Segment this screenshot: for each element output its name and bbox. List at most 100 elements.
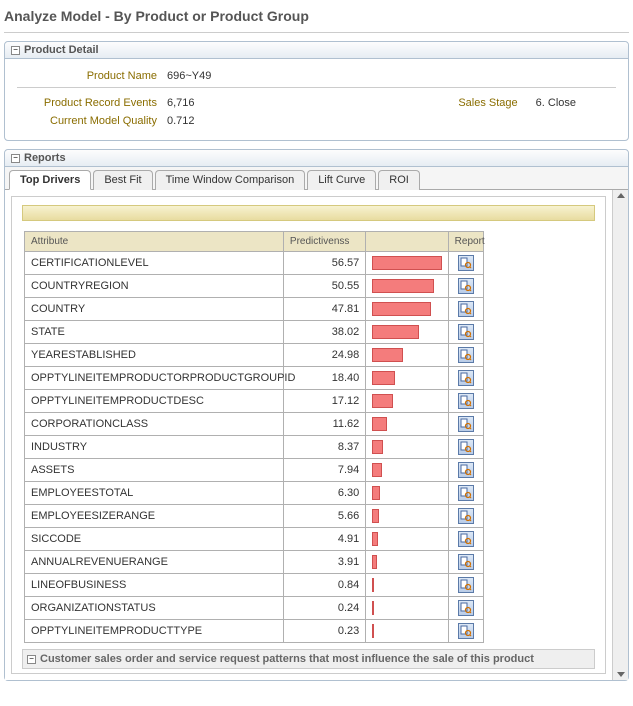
col-report[interactable]: Report (448, 232, 483, 252)
col-attribute[interactable]: Attribute (25, 232, 284, 252)
table-row: CERTIFICATIONLEVEL56.57 (25, 252, 484, 275)
predictiveness-cell: 47.81 (283, 298, 365, 321)
table-row: LINEOFBUSINESS0.84 (25, 574, 484, 597)
bar-cell (366, 390, 448, 413)
record-events-value: 6,716 (167, 97, 195, 109)
attribute-cell: OPPTYLINEITEMPRODUCTORPRODUCTGROUPID (25, 367, 284, 390)
report-cell (448, 367, 483, 390)
reports-tabs: Top DriversBest FitTime Window Compariso… (5, 167, 628, 190)
report-icon[interactable] (458, 416, 474, 432)
predictiveness-cell: 17.12 (283, 390, 365, 413)
table-row: COUNTRY47.81 (25, 298, 484, 321)
model-quality-label: Current Model Quality (17, 115, 167, 127)
predictiveness-cell: 11.62 (283, 413, 365, 436)
collapse-icon[interactable]: − (11, 46, 20, 55)
attribute-cell: COUNTRY (25, 298, 284, 321)
table-row: ASSETS7.94 (25, 459, 484, 482)
report-icon[interactable] (458, 577, 474, 593)
top-drivers-table: Attribute Predictivenss Report CERTIFICA… (24, 231, 484, 643)
report-cell (448, 574, 483, 597)
sub-section-header[interactable]: − Customer sales order and service reque… (22, 649, 595, 669)
bar-cell (366, 436, 448, 459)
predictiveness-cell: 18.40 (283, 367, 365, 390)
reports-title: Reports (24, 152, 66, 164)
scroll-down-icon[interactable] (617, 672, 625, 677)
attribute-cell: ANNUALREVENUERANGE (25, 551, 284, 574)
report-icon[interactable] (458, 508, 474, 524)
report-icon[interactable] (458, 278, 474, 294)
report-icon[interactable] (458, 554, 474, 570)
predictiveness-cell: 8.37 (283, 436, 365, 459)
table-row: OPPTYLINEITEMPRODUCTTYPE0.23 (25, 620, 484, 643)
report-cell (448, 482, 483, 505)
report-cell (448, 551, 483, 574)
bar-cell (366, 252, 448, 275)
predictiveness-cell: 0.23 (283, 620, 365, 643)
predictiveness-cell: 3.91 (283, 551, 365, 574)
tab-lift-curve[interactable]: Lift Curve (307, 170, 376, 190)
report-icon[interactable] (458, 439, 474, 455)
predictiveness-cell: 50.55 (283, 275, 365, 298)
table-row: OPPTYLINEITEMPRODUCTDESC17.12 (25, 390, 484, 413)
attribute-cell: INDUSTRY (25, 436, 284, 459)
tab-top-drivers[interactable]: Top Drivers (9, 170, 91, 190)
tab-time-window-comparison[interactable]: Time Window Comparison (155, 170, 306, 190)
report-cell (448, 620, 483, 643)
product-name-value: 696~Y49 (167, 70, 211, 82)
reports-panel: − Reports Top DriversBest FitTime Window… (4, 149, 629, 681)
tab-best-fit[interactable]: Best Fit (93, 170, 152, 190)
bar-cell (366, 413, 448, 436)
report-icon[interactable] (458, 485, 474, 501)
product-detail-header: − Product Detail (5, 42, 628, 59)
col-predictiveness[interactable]: Predictivenss (283, 232, 365, 252)
collapse-icon[interactable]: − (27, 655, 36, 664)
bar-cell (366, 574, 448, 597)
report-icon[interactable] (458, 462, 474, 478)
report-cell (448, 505, 483, 528)
table-row: INDUSTRY8.37 (25, 436, 484, 459)
bar-cell (366, 551, 448, 574)
model-quality-value: 0.712 (167, 115, 195, 127)
bar-cell (366, 367, 448, 390)
scroll-up-icon[interactable] (617, 193, 625, 198)
report-icon[interactable] (458, 393, 474, 409)
report-icon[interactable] (458, 255, 474, 271)
product-name-label: Product Name (17, 70, 167, 82)
divider (17, 87, 616, 88)
sub-section-title: Customer sales order and service request… (40, 653, 534, 665)
predictiveness-cell: 24.98 (283, 344, 365, 367)
attribute-cell: COUNTRYREGION (25, 275, 284, 298)
report-icon[interactable] (458, 600, 474, 616)
vertical-scrollbar[interactable] (612, 190, 628, 680)
table-row: STATE38.02 (25, 321, 484, 344)
table-row: COUNTRYREGION50.55 (25, 275, 484, 298)
attribute-cell: YEARESTABLISHED (25, 344, 284, 367)
table-row: YEARESTABLISHED24.98 (25, 344, 484, 367)
attribute-cell: ASSETS (25, 459, 284, 482)
predictiveness-cell: 0.24 (283, 597, 365, 620)
report-icon[interactable] (458, 531, 474, 547)
report-icon[interactable] (458, 623, 474, 639)
bar-cell (366, 620, 448, 643)
reports-header: − Reports (5, 150, 628, 167)
bar-cell (366, 528, 448, 551)
collapse-icon[interactable]: − (11, 154, 20, 163)
attribute-cell: ORGANIZATIONSTATUS (25, 597, 284, 620)
tab-roi[interactable]: ROI (378, 170, 420, 190)
attribute-cell: OPPTYLINEITEMPRODUCTTYPE (25, 620, 284, 643)
report-icon[interactable] (458, 370, 474, 386)
col-bar (366, 232, 448, 252)
report-cell (448, 459, 483, 482)
report-icon[interactable] (458, 347, 474, 363)
report-cell (448, 436, 483, 459)
report-icon[interactable] (458, 301, 474, 317)
attribute-cell: CORPORATIONCLASS (25, 413, 284, 436)
attribute-cell: SICCODE (25, 528, 284, 551)
report-icon[interactable] (458, 324, 474, 340)
bar-cell (366, 597, 448, 620)
report-cell (448, 597, 483, 620)
bar-cell (366, 321, 448, 344)
report-cell (448, 321, 483, 344)
sales-stage-value: 6. Close (536, 97, 576, 109)
bar-cell (366, 482, 448, 505)
